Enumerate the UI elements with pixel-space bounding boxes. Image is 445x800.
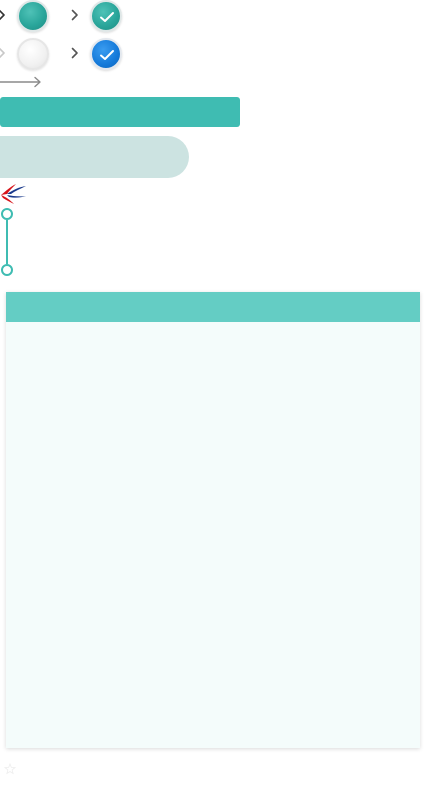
step-circle-active[interactable] [17,0,49,32]
check-icon [100,12,114,22]
timeline [0,206,16,278]
star-icon [3,762,17,775]
panel-body [6,322,420,748]
timeline-connector [6,220,8,264]
panel-header [6,292,420,322]
check-icon [100,50,114,60]
chevron-right-icon [71,9,79,21]
arrow-right-icon [0,75,44,89]
step-complete-blue[interactable] [90,38,122,70]
step-circle-inactive[interactable] [17,38,49,70]
timeline-node-start [1,208,13,220]
secondary-button[interactable] [0,136,189,178]
step-complete-teal[interactable] [90,0,122,32]
primary-button[interactable] [0,97,240,127]
airline-logo-icon [0,182,28,206]
timeline-node-end [1,264,13,276]
content-panel [6,292,420,748]
chevron-right-icon [0,9,6,21]
screen [0,0,445,800]
chevron-right-icon [0,47,6,59]
chevron-right-icon [71,47,79,59]
